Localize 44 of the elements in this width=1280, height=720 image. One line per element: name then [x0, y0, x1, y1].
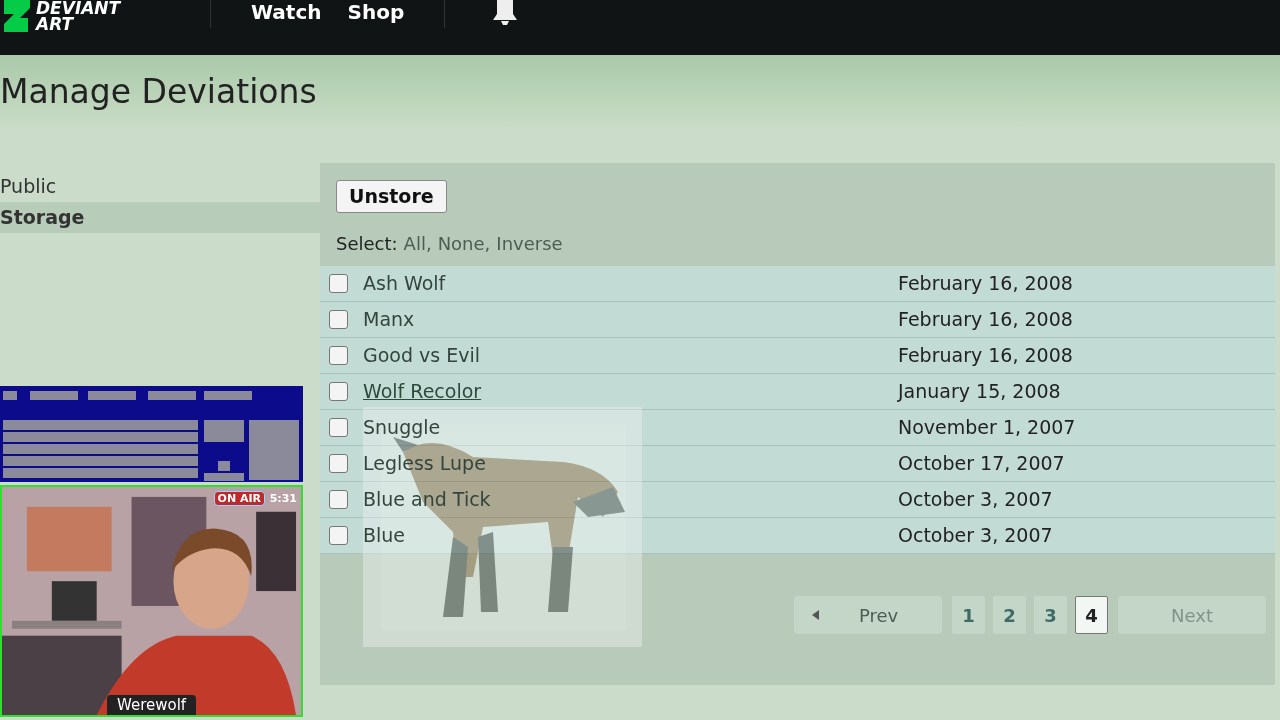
logo[interactable]: DEVIANT ART: [36, 0, 121, 32]
select-link[interactable]: Inverse: [496, 229, 563, 257]
stream-timer: 5:31: [269, 491, 297, 506]
checkbox[interactable]: [329, 382, 348, 401]
nav-link[interactable]: Watch: [251, 0, 322, 24]
deviation-title[interactable]: Legless Lupe: [363, 452, 486, 475]
deviation-title[interactable]: Manx: [363, 308, 415, 331]
select-link[interactable]: All,: [403, 229, 432, 257]
nav-link[interactable]: Shop: [347, 0, 405, 24]
page-button[interactable]: 4: [1075, 596, 1108, 634]
deviation-title[interactable]: Ash Wolf: [363, 272, 446, 295]
page-title: Manage Deviations: [0, 74, 317, 108]
deviation-date: October 3, 2007: [898, 523, 1053, 549]
left-arrow-icon: [812, 610, 819, 620]
deviation-date: January 15, 2008: [898, 379, 1061, 405]
deviation-date: February 16, 2008: [898, 343, 1073, 369]
sidebar-item[interactable]: Public: [0, 171, 320, 202]
checkbox[interactable]: [329, 490, 348, 509]
deviation-date: October 3, 2007: [898, 487, 1053, 513]
deviation-title[interactable]: Good vs Evil: [363, 344, 481, 367]
logo-icon: [2, 0, 32, 32]
deviation-title[interactable]: Wolf Recolor: [363, 380, 482, 403]
checkbox[interactable]: [329, 418, 348, 437]
checkbox[interactable]: [329, 310, 348, 329]
select-link[interactable]: None,: [437, 229, 491, 257]
page-button[interactable]: 3: [1034, 596, 1067, 634]
select-label: Select:: [336, 231, 398, 256]
deviation-title[interactable]: Snuggle: [363, 416, 441, 439]
deviation-date: November 1, 2007: [898, 415, 1076, 441]
deviation-title[interactable]: Blue: [363, 524, 406, 547]
prev-button[interactable]: Prev: [794, 596, 942, 634]
sidebar-item[interactable]: Storage: [0, 202, 320, 233]
deviation-date: February 16, 2008: [898, 307, 1073, 333]
unstore-button[interactable]: Unstore: [336, 180, 447, 213]
checkbox[interactable]: [329, 346, 348, 365]
deviation-date: February 16, 2008: [898, 271, 1073, 297]
deviation-date: October 17, 2007: [898, 451, 1065, 477]
checkbox[interactable]: [329, 526, 348, 545]
checkbox[interactable]: [329, 274, 348, 293]
on-air-badge: ON AIR: [213, 491, 265, 506]
checkbox[interactable]: [329, 454, 348, 473]
page-button[interactable]: 1: [952, 596, 985, 634]
page-button[interactable]: 2: [993, 596, 1026, 634]
streamer-name: Werewolf: [107, 695, 197, 715]
